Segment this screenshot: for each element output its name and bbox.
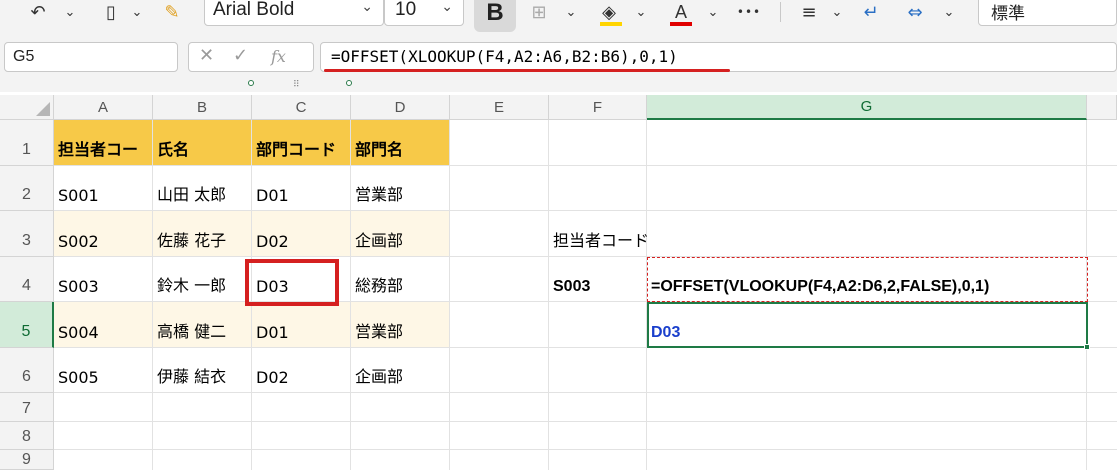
- cell-d1[interactable]: 部門名: [351, 120, 450, 166]
- chevron-down-icon: ⌄: [361, 0, 373, 15]
- column-header-a[interactable]: A: [54, 95, 153, 120]
- active-cell-selection: [647, 302, 1088, 348]
- merge-cells-icon[interactable]: ⇔: [902, 0, 928, 24]
- name-box-value: G5: [13, 48, 35, 65]
- cell-b5[interactable]: 高橋 健二: [153, 302, 252, 348]
- gridline: [54, 449, 1117, 450]
- cell-a3[interactable]: S002: [54, 211, 153, 257]
- font-size-select[interactable]: 10 ⌄: [384, 0, 464, 26]
- cell-a4[interactable]: S003: [54, 257, 153, 302]
- column-header-d[interactable]: D: [351, 95, 450, 120]
- cell-f4[interactable]: S003: [549, 257, 647, 302]
- borders-dropdown-chevron-icon[interactable]: ⌄: [562, 0, 580, 24]
- cell-c2[interactable]: D01: [252, 166, 351, 211]
- column-header-b[interactable]: B: [153, 95, 252, 120]
- row-header-1[interactable]: 1: [0, 120, 54, 166]
- cancel-icon[interactable]: ✕: [199, 45, 214, 66]
- font-name-value: Arial Bold: [213, 0, 295, 20]
- align-dropdown-chevron-icon[interactable]: ⌄: [828, 0, 846, 24]
- wrap-text-icon[interactable]: ↵: [858, 0, 884, 24]
- row-header-6[interactable]: 6: [0, 348, 54, 393]
- drag-handle-dot[interactable]: [248, 80, 254, 86]
- cell-b2[interactable]: 山田 太郎: [153, 166, 252, 211]
- font-size-value: 10: [395, 0, 417, 20]
- cell-c6[interactable]: D02: [252, 348, 351, 393]
- number-format-value: 標準: [991, 4, 1025, 24]
- cell-a2[interactable]: S001: [54, 166, 153, 211]
- row-header-4[interactable]: 4: [0, 257, 54, 302]
- align-icon[interactable]: ≡: [796, 0, 822, 24]
- row-header-3[interactable]: 3: [0, 211, 54, 257]
- cell-d4[interactable]: 総務部: [351, 257, 450, 302]
- select-all-corner[interactable]: [0, 95, 54, 120]
- fill-color-dropdown-chevron-icon[interactable]: ⌄: [632, 0, 650, 24]
- cell-d5[interactable]: 営業部: [351, 302, 450, 348]
- formula-reference-dashed-border: [647, 257, 1088, 302]
- borders-icon[interactable]: ⊞: [526, 0, 552, 24]
- undo-icon[interactable]: ↶: [26, 0, 50, 24]
- cell-c5[interactable]: D01: [252, 302, 351, 348]
- cell-d6[interactable]: 企画部: [351, 348, 450, 393]
- cell-b4[interactable]: 鈴木 一郎: [153, 257, 252, 302]
- row-header-2[interactable]: 2: [0, 166, 54, 211]
- cell-b6[interactable]: 伊藤 結衣: [153, 348, 252, 393]
- resize-grip-icon[interactable]: ⠿: [293, 80, 301, 90]
- formula-input[interactable]: =OFFSET(XLOOKUP(F4,A2:A6,B2:B6),0,1): [320, 42, 1117, 72]
- cell-f3[interactable]: 担当者コード: [549, 211, 709, 257]
- drag-handle-dot[interactable]: [346, 80, 352, 86]
- fill-handle[interactable]: [1084, 344, 1090, 350]
- font-name-select[interactable]: Arial Bold ⌄: [204, 0, 384, 26]
- formula-controls: ✕ ✓ fx: [188, 42, 314, 72]
- formula-bar: G5 ✕ ✓ fx =OFFSET(XLOOKUP(F4,A2:A6,B2:B6…: [0, 36, 1117, 92]
- confirm-icon[interactable]: ✓: [233, 45, 248, 66]
- formula-annotation-underline: [324, 69, 730, 72]
- ribbon-toolbar: ↶ ⌄ ▯ ⌄ ✎ Arial Bold ⌄ 10 ⌄ B ⊞ ⌄ ◈ ⌄ A …: [0, 0, 1117, 36]
- cell-c3[interactable]: D02: [252, 211, 351, 257]
- cell-a5[interactable]: S004: [54, 302, 153, 348]
- row-header-5[interactable]: 5: [0, 302, 54, 348]
- column-header-g[interactable]: G: [647, 95, 1087, 120]
- cell-d3[interactable]: 企画部: [351, 211, 450, 257]
- toolbar-separator: [780, 2, 781, 22]
- more-options-icon[interactable]: •••: [734, 0, 764, 24]
- cell-c1[interactable]: 部門コード: [252, 120, 351, 166]
- column-header-e[interactable]: E: [450, 95, 549, 120]
- paste-icon[interactable]: ▯: [100, 0, 122, 24]
- merge-dropdown-chevron-icon[interactable]: ⌄: [940, 0, 958, 24]
- column-header-h[interactable]: [1087, 95, 1117, 120]
- row-header-8[interactable]: 8: [0, 422, 54, 450]
- bold-button[interactable]: B: [474, 0, 516, 32]
- cell-a1[interactable]: 担当者コー: [54, 120, 153, 166]
- formula-text: =OFFSET(XLOOKUP(F4,A2:A6,B2:B6),0,1): [331, 47, 678, 66]
- column-header-c[interactable]: C: [252, 95, 351, 120]
- cell-b3[interactable]: 佐藤 花子: [153, 211, 252, 257]
- undo-dropdown-chevron-icon[interactable]: ⌄: [60, 0, 80, 24]
- row-header-9[interactable]: 9: [0, 450, 54, 470]
- insert-function-icon[interactable]: fx: [271, 47, 286, 66]
- number-format-select[interactable]: 標準: [978, 0, 1117, 26]
- cell-d2[interactable]: 営業部: [351, 166, 450, 211]
- cell-a6[interactable]: S005: [54, 348, 153, 393]
- chevron-down-icon: ⌄: [441, 0, 453, 15]
- highlight-box-c4: [245, 259, 339, 306]
- format-painter-icon[interactable]: ✎: [160, 0, 184, 24]
- paste-dropdown-chevron-icon[interactable]: ⌄: [128, 0, 146, 24]
- column-header-f[interactable]: F: [549, 95, 647, 120]
- font-color-icon[interactable]: A: [668, 0, 694, 26]
- gridline: [54, 421, 1117, 422]
- font-color-dropdown-chevron-icon[interactable]: ⌄: [704, 0, 722, 24]
- row-header-7[interactable]: 7: [0, 393, 54, 422]
- fill-color-icon[interactable]: ◈: [596, 0, 623, 26]
- cell-b1[interactable]: 氏名: [153, 120, 252, 166]
- name-box[interactable]: G5: [4, 42, 178, 72]
